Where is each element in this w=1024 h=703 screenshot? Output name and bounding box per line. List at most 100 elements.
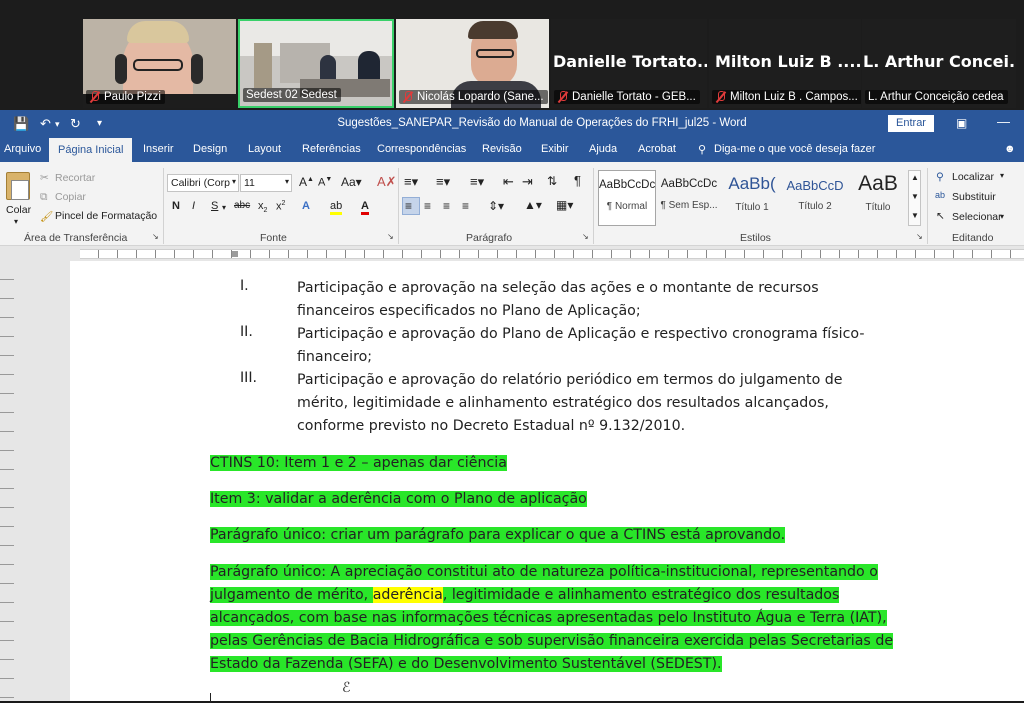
shading-icon[interactable]: ▲▾ <box>524 198 542 212</box>
style-sample: AaBbCcD <box>786 178 844 193</box>
tab-acrobat[interactable]: Acrobat <box>638 143 676 155</box>
highlight-color-icon[interactable]: ab <box>330 200 343 215</box>
select-icon[interactable]: ↖ <box>936 210 945 222</box>
lightbulb-icon: ⚲ <box>698 144 707 156</box>
cut-button[interactable]: Recortar <box>55 172 95 184</box>
clear-formatting-icon[interactable]: A✗ <box>377 174 397 190</box>
participant-tile[interactable]: Paulo Pizzi <box>83 19 236 108</box>
increase-indent-icon[interactable]: ⇥ <box>522 174 533 190</box>
list-item: Participação e aprovação do relatório pe… <box>297 369 843 438</box>
subscript-icon[interactable]: x2 <box>258 200 267 214</box>
show-formatting-icon[interactable]: ¶ <box>574 173 581 188</box>
sign-in-button[interactable]: Entrar <box>888 115 934 132</box>
paragraph-line: pelas Gerências de Bacia Hidrográfica e … <box>210 633 894 649</box>
select-dropdown-icon[interactable]: ▾ <box>1000 212 1004 221</box>
clipboard-launcher-icon[interactable]: ↘ <box>152 232 159 241</box>
multilevel-list-icon[interactable]: ≡▾ <box>470 174 484 190</box>
font-name-combo[interactable]: Calibri (Corp ▾ <box>167 174 239 192</box>
paragraph-line: Estado da Fazenda (SEFA) e do Desenvolvi… <box>210 656 722 672</box>
paste-dropdown-icon[interactable]: ▾ <box>14 217 18 226</box>
ribbon-display-options-icon[interactable]: ▣ <box>956 116 967 130</box>
list-number: III. <box>240 370 258 386</box>
document-page[interactable]: I. Participação e aprovação na seleção d… <box>70 261 1024 703</box>
participant-tile[interactable]: Milton Luiz B .... Milton Luiz B . Campo… <box>709 19 861 108</box>
format-painter-button[interactable]: Pincel de Formatação <box>55 210 157 222</box>
list-item-line: Participação e aprovação do relatório pe… <box>297 372 843 388</box>
format-painter-icon[interactable]: 🖌 <box>40 210 53 223</box>
participant-tile[interactable]: Nicolás Lopardo (Sane... <box>396 19 549 108</box>
justify-icon[interactable]: ≡ <box>462 199 469 213</box>
vertical-ruler[interactable] <box>0 261 14 701</box>
decrease-indent-icon[interactable]: ⇤ <box>503 174 514 190</box>
tab-design[interactable]: Design <box>193 143 227 155</box>
tab-references[interactable]: Referências <box>302 143 361 155</box>
highlighted-text: Item 3: validar a aderência com o Plano … <box>210 491 587 507</box>
tab-file[interactable]: Arquivo <box>4 143 41 155</box>
select-button[interactable]: Selecionar <box>952 211 1002 223</box>
participant-label: Milton Luiz B . Campos... <box>712 90 861 104</box>
list-number: II. <box>240 324 253 340</box>
bold-icon[interactable]: N <box>172 200 180 212</box>
highlighted-text: CTINS 10: Item 1 e 2 – apenas dar ciênci… <box>210 455 507 471</box>
font-size-value: 11 <box>244 177 255 189</box>
paragraph-line: , legitimidade e alinhamento estratégico… <box>442 587 840 603</box>
paragraph-launcher-icon[interactable]: ↘ <box>582 232 589 241</box>
change-case-icon[interactable]: Aa▾ <box>341 175 362 189</box>
copy-icon[interactable]: ⧉ <box>40 191 48 204</box>
shrink-font-icon[interactable]: A▼ <box>318 176 332 189</box>
tab-home[interactable]: Página Inicial <box>49 138 133 162</box>
style-heading-2[interactable]: AaBbCcD Título 2 <box>786 170 844 226</box>
font-color-icon[interactable]: A <box>361 200 369 215</box>
list-number: I. <box>240 278 249 294</box>
underline-icon[interactable]: S <box>211 200 218 212</box>
text-effects-icon[interactable]: A <box>302 200 310 212</box>
bullets-icon[interactable]: ≡▾ <box>404 174 418 190</box>
tab-layout[interactable]: Layout <box>248 143 281 155</box>
numbering-icon[interactable]: ≡▾ <box>436 174 450 190</box>
align-center-icon[interactable]: ≡ <box>424 199 431 213</box>
tab-view[interactable]: Exibir <box>541 143 569 155</box>
left-indent-marker[interactable] <box>232 251 238 257</box>
styles-up-icon[interactable]: ▲ <box>911 173 919 182</box>
participant-tile[interactable]: L. Arthur Concei... L. Arthur Conceição … <box>862 19 1016 108</box>
styles-scroll[interactable]: ▲ ▼ ▼ <box>908 170 921 226</box>
underline-dropdown-icon[interactable]: ▾ <box>222 203 226 212</box>
grow-font-icon[interactable]: A▲ <box>299 175 314 189</box>
participant-tile[interactable]: Sedest 02 Sedest <box>238 19 394 108</box>
align-right-icon[interactable]: ≡ <box>443 199 450 213</box>
sort-icon[interactable]: ⇅ <box>547 174 557 188</box>
paste-button[interactable]: Colar <box>6 204 31 216</box>
styles-more-icon[interactable]: ▼ <box>911 211 919 220</box>
clipboard-group-label: Área de Transferência <box>24 232 128 244</box>
tab-mailings[interactable]: Correspondências <box>377 143 466 155</box>
styles-down-icon[interactable]: ▼ <box>911 192 919 201</box>
find-icon[interactable]: ⚲ <box>936 171 944 183</box>
editing-group-label: Editando <box>952 232 994 244</box>
replace-icon[interactable]: ab <box>935 190 945 200</box>
tab-help[interactable]: Ajuda <box>589 143 617 155</box>
superscript-icon[interactable]: x2 <box>276 200 285 213</box>
strikethrough-icon[interactable]: abc <box>234 200 250 211</box>
copy-button[interactable]: Copiar <box>55 191 86 203</box>
italic-icon[interactable]: I <box>192 200 195 212</box>
cut-icon[interactable]: ✂ <box>40 172 49 184</box>
line-spacing-icon[interactable]: ⇕▾ <box>488 199 504 213</box>
participant-tile[interactable]: Danielle Tortato... Danielle Tortato - G… <box>551 19 707 108</box>
share-icon[interactable]: ☻ <box>1004 143 1016 155</box>
replace-button[interactable]: Substituir <box>952 191 996 203</box>
find-button[interactable]: Localizar <box>952 171 994 183</box>
style-normal[interactable]: AaBbCcDc ¶ Normal <box>598 170 656 226</box>
tell-me-search[interactable]: Diga-me o que você deseja fazer <box>714 143 875 155</box>
align-left-icon[interactable]: ≡ <box>405 199 412 213</box>
font-size-combo[interactable]: 11 ▾ <box>240 174 292 192</box>
tab-review[interactable]: Revisão <box>482 143 522 155</box>
minimize-icon[interactable]: — <box>997 114 1010 129</box>
styles-launcher-icon[interactable]: ↘ <box>916 232 923 241</box>
style-no-spacing[interactable]: AaBbCcDc ¶ Sem Esp... <box>660 170 718 226</box>
tab-insert[interactable]: Inserir <box>143 143 174 155</box>
style-title[interactable]: AaB Título <box>849 170 907 226</box>
find-dropdown-icon[interactable]: ▾ <box>1000 171 1004 180</box>
style-heading-1[interactable]: AaBb( Título 1 <box>723 170 781 226</box>
borders-icon[interactable]: ▦▾ <box>556 198 573 212</box>
font-launcher-icon[interactable]: ↘ <box>387 232 394 241</box>
